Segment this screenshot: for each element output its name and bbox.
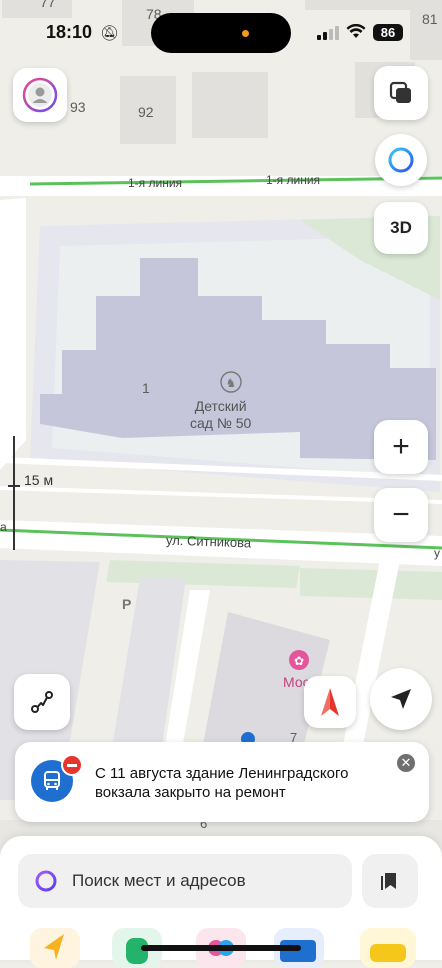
cellular-signal-icon bbox=[317, 26, 339, 40]
location-arrow-icon bbox=[391, 689, 411, 709]
minus-icon: − bbox=[392, 498, 410, 531]
road-left bbox=[0, 198, 26, 470]
notice-card[interactable]: С 11 августа здание Ленинградского вокза… bbox=[15, 742, 429, 822]
kindergarten-name-line2: сад № 50 bbox=[190, 415, 252, 431]
house-number: 92 bbox=[138, 104, 154, 120]
alice-search-icon bbox=[35, 870, 57, 892]
house-number: 1 bbox=[142, 380, 150, 396]
svg-text:♞: ♞ bbox=[226, 376, 237, 390]
kindergarten-name-line1: Детский bbox=[194, 398, 247, 414]
profile-button[interactable] bbox=[13, 68, 67, 122]
close-icon: ✕ bbox=[400, 755, 412, 770]
svg-text:✿: ✿ bbox=[294, 654, 304, 668]
parking-label: P bbox=[122, 596, 132, 612]
layers-button[interactable] bbox=[374, 66, 428, 120]
building bbox=[192, 72, 268, 138]
my-location-button[interactable] bbox=[370, 668, 432, 730]
alice-assistant-button[interactable] bbox=[375, 134, 427, 186]
compass-button[interactable] bbox=[304, 676, 356, 728]
zoom-in-button[interactable]: + bbox=[374, 420, 428, 474]
recording-dot-icon bbox=[242, 30, 249, 37]
shortcut-navigator-icon[interactable] bbox=[30, 928, 80, 968]
plus-icon: + bbox=[392, 430, 410, 463]
search-placeholder: Поиск мест и адресов bbox=[72, 871, 246, 890]
bookmark-icon bbox=[381, 873, 396, 890]
3d-mode-button[interactable]: 3D bbox=[374, 202, 428, 254]
layers-icon bbox=[389, 81, 411, 103]
route-icon bbox=[31, 691, 53, 713]
bookmarks-button[interactable] bbox=[362, 854, 418, 908]
notice-text: С 11 августа здание Ленинградского вокза… bbox=[95, 765, 349, 801]
street-label: а bbox=[0, 520, 7, 534]
avatar-icon bbox=[22, 77, 58, 113]
bottom-sheet: Поиск мест и адресов bbox=[0, 836, 442, 968]
search-field[interactable]: Поиск мест и адресов bbox=[18, 854, 352, 908]
green-area bbox=[300, 568, 442, 600]
home-indicator bbox=[141, 945, 301, 951]
street-label: ул. Ситникова bbox=[165, 532, 252, 551]
scale-label: 15 м bbox=[24, 472, 54, 488]
street-label: у bbox=[434, 546, 440, 560]
silent-bell-icon: 🔕︎ bbox=[100, 25, 120, 42]
dynamic-island bbox=[151, 13, 291, 53]
battery-indicator: 86 bbox=[373, 24, 403, 41]
compass-icon bbox=[321, 688, 339, 716]
zoom-out-button[interactable]: − bbox=[374, 488, 428, 542]
status-bar: 18:10 🔕︎ 86 bbox=[0, 0, 442, 64]
street-label: 1-я линия bbox=[128, 176, 183, 190]
status-time: 18:10 bbox=[46, 22, 93, 42]
close-notice-button[interactable]: ✕ bbox=[397, 754, 415, 772]
kindergarten-label: Детский сад № 50 bbox=[190, 398, 251, 432]
street-label: 1-я линия bbox=[266, 173, 321, 187]
shortcut-taxi-icon[interactable] bbox=[360, 928, 416, 968]
house-number: 93 bbox=[70, 99, 86, 115]
alice-icon bbox=[388, 147, 414, 173]
route-button[interactable] bbox=[14, 674, 70, 730]
no-entry-icon bbox=[61, 754, 83, 776]
wifi-icon bbox=[346, 24, 366, 38]
